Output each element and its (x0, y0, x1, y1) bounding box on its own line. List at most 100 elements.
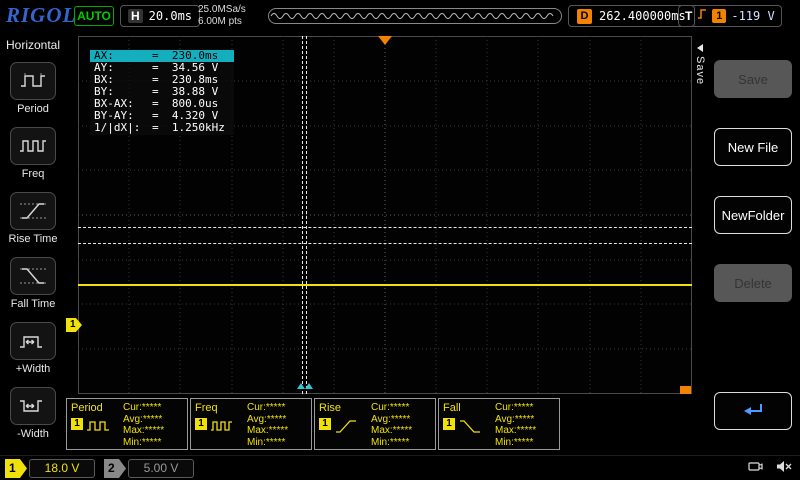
ch2-status[interactable]: 2 5.00 V (104, 459, 194, 478)
measurement-cur: Cur:***** (247, 402, 307, 414)
freq-meas-icon (210, 418, 236, 439)
ch2-scale: 5.00 V (128, 459, 194, 478)
sidebar-item-plus-width[interactable]: +Width (0, 322, 66, 375)
sidebar-item-label: +Width (0, 363, 66, 375)
cursor-row-inv-dx: 1/|dX|: = 1.250kHz (90, 122, 234, 134)
measurement-min: Min:***** (371, 437, 431, 449)
trigger-info-group: T 1 -119 V (678, 5, 782, 27)
ch1-trace (78, 284, 692, 286)
delay-badge: D (577, 9, 592, 24)
sidebar-item-label: -Width (0, 428, 66, 440)
measurement-period[interactable]: Period 1 Cur:***** Avg:***** Max:***** M… (66, 398, 188, 450)
measurement-source-badge: 1 (443, 418, 455, 430)
measurement-avg: Avg:***** (495, 414, 555, 426)
ch2-badge: 2 (104, 459, 126, 478)
measurement-min: Min:***** (247, 437, 307, 449)
measurement-source-badge: 1 (195, 418, 207, 430)
trigger-position-marker[interactable] (378, 36, 392, 45)
horizontal-measure-sidebar: Horizontal Period Freq Rise Time Fall Ti… (0, 32, 66, 455)
cursor-a-handle[interactable] (297, 383, 305, 389)
sidebar-item-freq[interactable]: Freq (0, 127, 66, 180)
plus-width-icon (10, 322, 56, 360)
sidebar-item-fall-time[interactable]: Fall Time (0, 257, 66, 310)
freq-icon (10, 127, 56, 165)
rise-time-icon (10, 192, 56, 230)
delay-group: D 262.400000ms (568, 5, 695, 27)
horizontal-scale-group: H 20.0ms (120, 5, 200, 27)
measurement-name: Fall (443, 402, 495, 414)
measurement-name: Rise (319, 402, 371, 414)
sample-rate: 25.0MSa/s (198, 4, 246, 16)
fall-meas-icon (458, 418, 484, 439)
measurement-avg: Avg:***** (123, 414, 183, 426)
measurement-min: Min:***** (495, 437, 555, 449)
return-button[interactable] (714, 392, 792, 430)
memory-depth: 6.00M pts (198, 16, 246, 28)
save-menu-panel: Save Save New File NewFolder Delete (692, 32, 800, 455)
delete-button[interactable]: Delete (714, 264, 792, 302)
measurement-max: Max:***** (247, 425, 307, 437)
channel-status-bar: 1 18.0 V 2 5.00 V (0, 455, 800, 480)
top-status-bar: RIGOL AUTO H 20.0ms 25.0MSa/s 6.00M pts … (0, 0, 800, 32)
ch1-status[interactable]: 1 18.0 V (5, 459, 95, 478)
status-icons (748, 460, 792, 478)
measurement-freq[interactable]: Freq 1 Cur:***** Avg:***** Max:***** Min… (190, 398, 312, 450)
new-folder-button[interactable]: NewFolder (714, 196, 792, 234)
measurement-max: Max:***** (495, 425, 555, 437)
sidebar-item-label: Freq (0, 168, 66, 180)
sidebar-item-label: Period (0, 103, 66, 115)
save-button[interactable]: Save (714, 60, 792, 98)
measurement-avg: Avg:***** (371, 414, 431, 426)
minus-width-icon (10, 387, 56, 425)
menu-collapse-icon (697, 44, 703, 52)
period-icon (10, 62, 56, 100)
cursor-ay-line[interactable] (78, 227, 692, 228)
cursor-bx-line[interactable] (306, 36, 307, 394)
cursor-row-label: 1/|dX|: (94, 122, 152, 134)
waveform-display-area: 1 AX: = 230.0ms AY: = 34.56 V BX: = 230.… (78, 36, 692, 394)
cursor-row-value: = 1.250kHz (152, 122, 225, 134)
measurement-source-badge: 1 (71, 418, 83, 430)
cursor-by-line[interactable] (78, 243, 692, 244)
menu-tab-save[interactable]: Save (693, 44, 707, 85)
sidebar-item-minus-width[interactable]: -Width (0, 387, 66, 440)
usb-icon (748, 460, 766, 478)
trigger-label: T (685, 9, 692, 23)
horizontal-scale-label: H (128, 9, 143, 23)
new-file-button[interactable]: New File (714, 128, 792, 166)
measurement-source-badge: 1 (319, 418, 331, 430)
measurement-cur: Cur:***** (123, 402, 183, 414)
return-icon (739, 401, 767, 422)
trigger-edge-icon (697, 7, 707, 26)
cursor-b-handle[interactable] (305, 383, 313, 389)
memory-waveform-strip[interactable] (268, 8, 562, 24)
trigger-status-badge: AUTO (74, 6, 114, 26)
cursor-measurement-panel: AX: = 230.0ms AY: = 34.56 V BX: = 230.8m… (90, 49, 234, 135)
horizontal-scale-value: 20.0ms (149, 9, 192, 23)
measurement-rise[interactable]: Rise 1 Cur:***** Avg:***** Max:***** Min… (314, 398, 436, 450)
period-meas-icon (86, 418, 112, 439)
measurement-max: Max:***** (123, 425, 183, 437)
rigol-logo: RIGOL (6, 3, 76, 28)
delay-value: 262.400000ms (599, 9, 686, 23)
fall-time-icon (10, 257, 56, 295)
sidebar-item-label: Rise Time (0, 233, 66, 245)
cursor-ax-line[interactable] (302, 36, 303, 394)
measurement-name: Period (71, 402, 123, 414)
trigger-level-marker[interactable] (680, 386, 691, 394)
measurement-strip: Period 1 Cur:***** Avg:***** Max:***** M… (66, 398, 692, 452)
measurement-max: Max:***** (371, 425, 431, 437)
measurement-name: Freq (195, 402, 247, 414)
sidebar-item-label: Fall Time (0, 298, 66, 310)
measurement-avg: Avg:***** (247, 414, 307, 426)
trigger-level-value: -119 V (731, 9, 774, 23)
measurement-fall[interactable]: Fall 1 Cur:***** Avg:***** Max:***** Min… (438, 398, 560, 450)
measurement-cur: Cur:***** (495, 402, 555, 414)
measurement-min: Min:***** (123, 437, 183, 449)
rise-meas-icon (334, 418, 360, 439)
sidebar-title: Horizontal (0, 38, 66, 52)
memory-waveform-icon (269, 9, 561, 23)
trigger-source-badge: 1 (712, 9, 726, 23)
sidebar-item-period[interactable]: Period (0, 62, 66, 115)
sidebar-item-rise-time[interactable]: Rise Time (0, 192, 66, 245)
